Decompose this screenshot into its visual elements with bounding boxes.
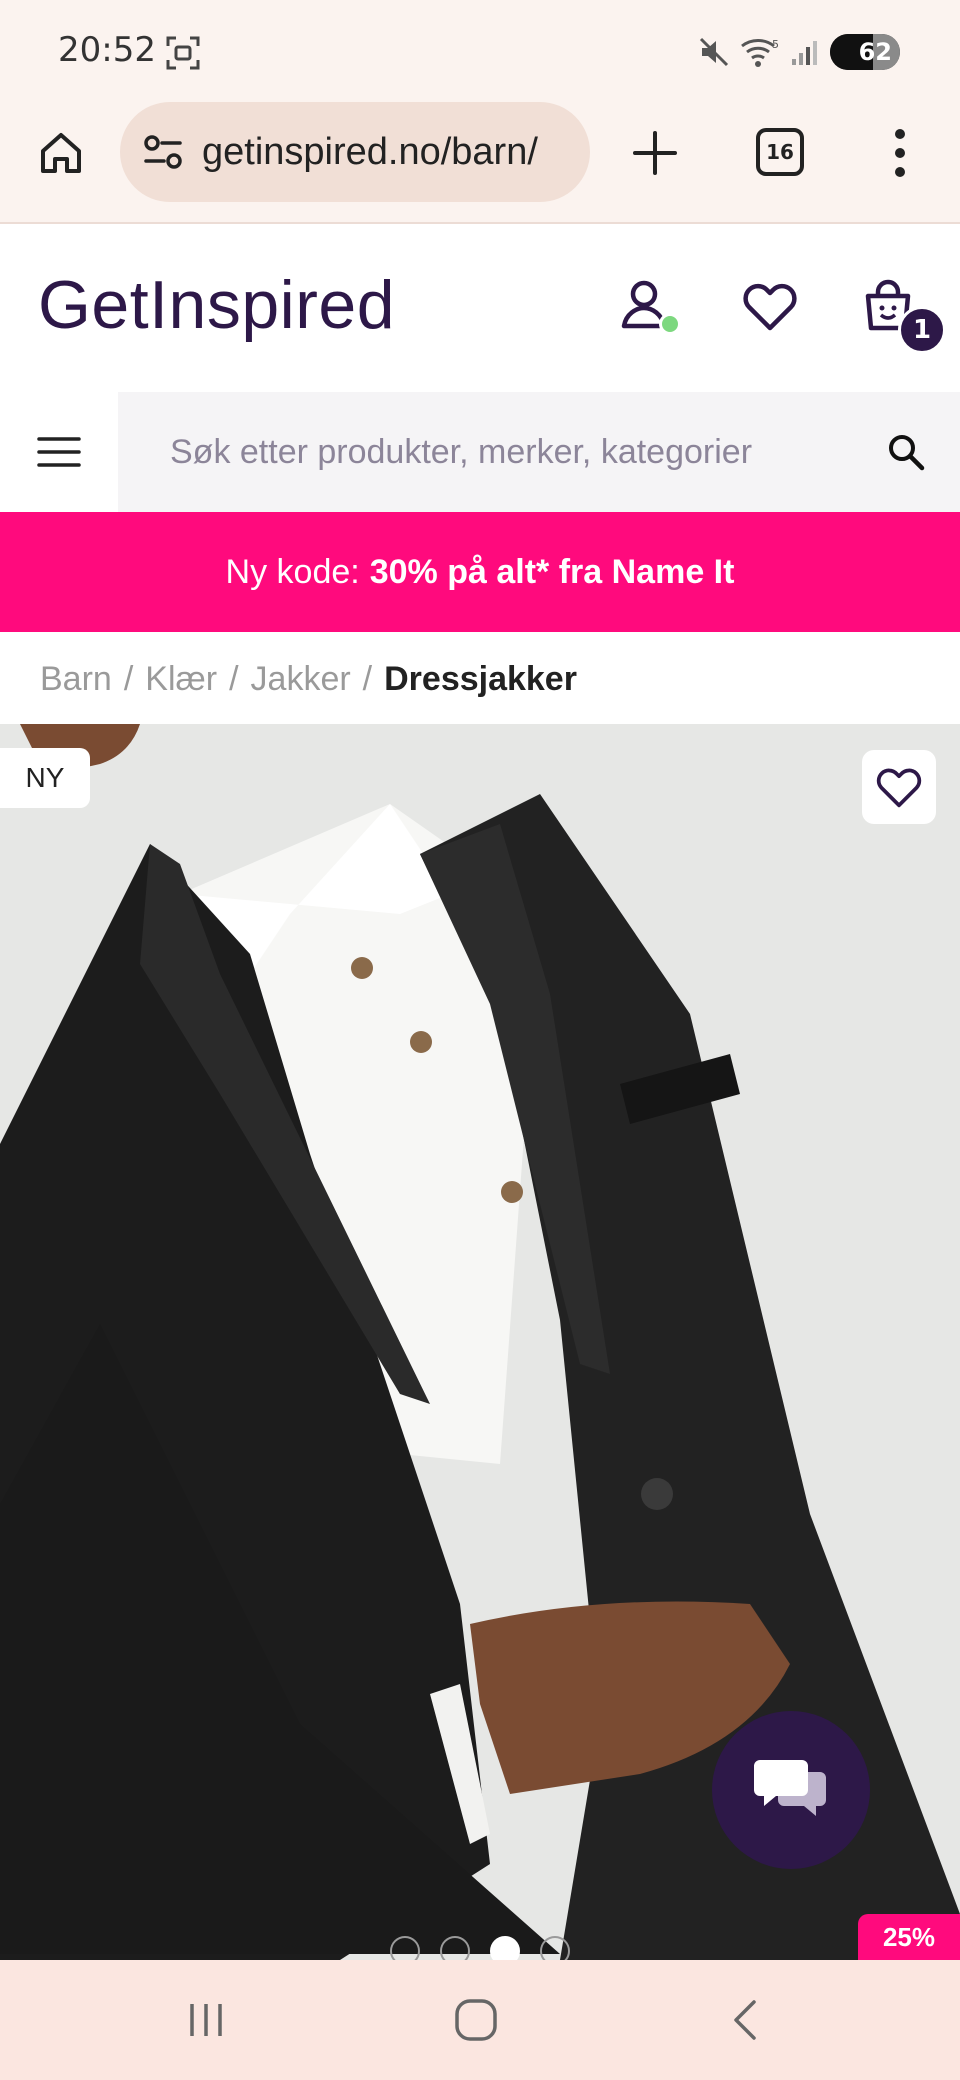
site-logo[interactable]: GetInspired (38, 266, 395, 344)
promo-prefix: Ny kode: (225, 552, 360, 591)
breadcrumb-separator: / (123, 659, 134, 698)
status-time: 20:52 (58, 30, 156, 70)
status-bar: 20:52 5 62 (0, 0, 960, 100)
add-to-wishlist-button[interactable] (862, 750, 936, 824)
wishlist-heart-icon[interactable] (740, 276, 800, 336)
breadcrumb-current: Dressjakker (384, 659, 577, 698)
browser-toolbar: getinspired.no/barn/ 16 (0, 100, 960, 224)
promo-highlight: 30% på alt* fra Name It (369, 552, 735, 591)
gallery-dot[interactable] (440, 1936, 470, 1960)
site-settings-icon[interactable] (140, 129, 186, 175)
breadcrumb-link-klaer[interactable]: Klær (145, 660, 217, 699)
back-chevron-icon (734, 2000, 756, 2040)
screenshot-icon (166, 36, 200, 70)
battery-icon: 62 (830, 34, 900, 70)
signal-icon (792, 41, 817, 65)
status-icons: 5 62 (698, 30, 900, 74)
home-icon (41, 133, 81, 173)
address-bar[interactable]: getinspired.no/barn/ (120, 102, 590, 202)
tab-count: 16 (766, 140, 794, 164)
battery-level: 62 (858, 38, 892, 66)
browser-menu-button[interactable] (880, 126, 920, 180)
breadcrumb-link-barn[interactable]: Barn (40, 660, 112, 699)
system-navigation-bar (0, 1960, 960, 2080)
breadcrumb: Barn / Klær / Jakker / Dressjakker (40, 654, 577, 704)
tab-switcher-button[interactable]: 16 (756, 128, 804, 176)
mute-icon (699, 37, 729, 67)
category-menu-button[interactable] (0, 392, 118, 512)
svg-text:5: 5 (772, 38, 779, 51)
chat-bubbles-icon (754, 1760, 826, 1816)
gallery-pagination (390, 1936, 570, 1960)
gallery-dot-active[interactable] (490, 1936, 520, 1960)
breadcrumb-separator: / (229, 659, 239, 698)
promo-banner[interactable]: Ny kode: 30% på alt* fra Name It (0, 512, 960, 632)
home-button[interactable] (34, 126, 88, 180)
home-nav-button[interactable] (446, 1990, 506, 2050)
home-circle-icon (455, 1999, 497, 2041)
heart-icon (876, 768, 922, 808)
chat-button[interactable] (712, 1711, 870, 1869)
back-button[interactable] (716, 1990, 776, 2050)
search-input[interactable] (140, 412, 860, 492)
discount-badge: 25% (858, 1914, 960, 1960)
breadcrumb-link-jakker[interactable]: Jakker (251, 660, 351, 699)
new-badge: NY (0, 748, 90, 808)
new-tab-button[interactable] (630, 128, 680, 178)
search-row (0, 392, 960, 512)
recent-apps-button[interactable] (176, 1990, 236, 2050)
account-status-dot (659, 313, 681, 335)
site-header: GetInspired 1 (0, 226, 960, 392)
breadcrumb-separator: / (362, 659, 373, 698)
url-text: getinspired.no/barn/ (202, 130, 538, 173)
product-image-gallery[interactable]: NY 25% (0, 724, 960, 1960)
cart-count-badge: 1 (898, 306, 946, 354)
hamburger-menu-icon (37, 437, 81, 467)
wifi-icon: 5 (741, 38, 779, 67)
search-icon[interactable] (886, 432, 926, 472)
recent-apps-icon (190, 2004, 222, 2036)
gallery-dot[interactable] (390, 1936, 420, 1960)
gallery-dot[interactable] (540, 1936, 570, 1960)
